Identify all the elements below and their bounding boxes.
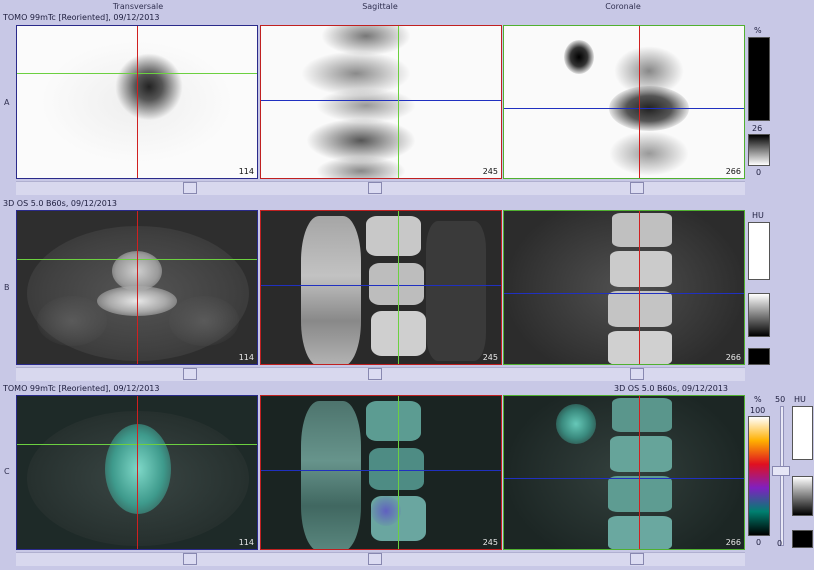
vertebral-body [608,291,672,327]
fusion-slider-min: 0 [777,539,783,548]
row-a-colorbar-upper [748,37,770,121]
row-b-coronal-slider[interactable] [630,368,644,380]
row-c-coronal-slider[interactable] [630,553,644,565]
crosshair-vertical [137,26,138,178]
column-header-transverse: Transversale [112,2,164,11]
crosshair-vertical [137,211,138,364]
crosshair-horizontal [261,100,501,101]
vertebral-body [612,398,672,432]
vertebral-body [610,436,672,472]
row-a-colorbar[interactable] [748,134,770,166]
row-c-colorbar-unit: % [754,395,762,404]
crosshair-vertical [639,26,640,178]
crosshair-horizontal [504,478,744,479]
column-header-sagittal: Sagittale [362,2,398,11]
row-c-sagittal-slider[interactable] [368,553,382,565]
fusion-slider-track[interactable] [780,406,784,546]
vertebral-body [612,213,672,247]
slice-number: 245 [482,353,498,362]
row-c-transverse-slider[interactable] [183,553,197,565]
crosshair-horizontal [504,293,744,294]
row-c-series-info-left: TOMO 99mTc [Reoriented], 09/12/2013 [3,384,160,393]
uptake-blob [564,40,594,74]
row-b-sagittal-view[interactable]: 245 [260,210,502,365]
row-c-colorbar-min: 0 [756,538,762,547]
vertebral-body [608,476,672,512]
fusion-slider-knob[interactable] [772,466,790,476]
row-a-colorbar-min: 0 [756,168,762,177]
row-a-transverse-view[interactable]: 114 [16,25,258,179]
slice-number: 114 [238,167,254,176]
row-b-colorbar-lower [748,348,770,365]
vertebral-body [369,448,424,490]
slice-number: 266 [725,167,741,176]
row-a-colorbar-unit: % [754,26,762,35]
vertebral-body [608,516,672,549]
crosshair-horizontal [261,470,501,471]
row-c-series-info-right: 3D OS 5.0 B60s, 09/12/2013 [614,384,729,393]
row-c-pet-colorbar[interactable] [748,416,770,536]
row-b-transverse-view[interactable]: 114 [16,210,258,365]
row-a-transverse-slider[interactable] [183,182,197,194]
row-b-label: B [4,283,10,292]
crosshair-vertical [137,396,138,549]
crosshair-horizontal [261,285,501,286]
fused-uptake [105,424,171,514]
row-a-coronal-slider[interactable] [630,182,644,194]
crosshair-vertical [639,396,640,549]
row-a-series-info: TOMO 99mTc [Reoriented], 09/12/2013 [3,13,160,22]
fusion-slider-value: 50 [775,395,786,404]
muscle [169,296,239,346]
fused-uptake [371,496,401,526]
row-a-coronal-view[interactable]: 266 [503,25,745,179]
row-a-sagittal-slider[interactable] [368,182,382,194]
fused-uptake [556,404,596,444]
row-b-colorbar[interactable] [748,293,770,337]
posterior-elements [301,216,361,364]
crosshair-horizontal [504,108,744,109]
slice-number: 245 [482,538,498,547]
slice-number: 114 [238,353,254,362]
row-c-ct-colorbar-lower [792,530,813,548]
muscle [37,296,107,346]
vertebral-body [610,251,672,287]
row-a-sagittal-view[interactable]: 245 [260,25,502,179]
vertebral-body [366,401,421,441]
crosshair-vertical [398,211,399,364]
crosshair-vertical [398,26,399,178]
row-c-label: C [4,467,10,476]
slice-number: 266 [725,538,741,547]
crosshair-vertical [398,396,399,549]
row-c-ct-colorbar[interactable] [792,476,813,516]
row-a-colorbar-max: 26 [752,124,763,133]
uptake-blob [316,156,406,178]
slice-number: 114 [238,538,254,547]
posterior-elements [301,401,361,549]
row-b-colorbar-unit: HU [752,211,764,220]
vertebral-body [366,216,421,256]
row-b-coronal-view[interactable]: 266 [503,210,745,365]
row-c-coronal-view[interactable]: 266 [503,395,745,550]
crosshair-vertical [639,211,640,364]
row-b-transverse-slider[interactable] [183,368,197,380]
vertebral-body [369,263,424,305]
slice-number: 266 [725,353,741,362]
vertebral-body [608,331,672,364]
row-b-sagittal-slider[interactable] [368,368,382,380]
row-b-colorbar-upper [748,222,770,280]
column-header-coronal: Coronale [605,2,641,11]
slice-number: 245 [482,167,498,176]
row-c-sagittal-view[interactable]: 245 [260,395,502,550]
uptake-blob [609,131,689,176]
row-b-series-info: 3D OS 5.0 B60s, 09/12/2013 [3,199,118,208]
soft-tissue [426,221,486,361]
row-c-ct-colorbar-upper [792,406,813,460]
row-c-colorbar-max: 100 [750,406,766,415]
row-c-transverse-view[interactable]: 114 [16,395,258,550]
row-a-label: A [4,98,10,107]
row-c-ct-colorbar-unit: HU [794,395,806,404]
